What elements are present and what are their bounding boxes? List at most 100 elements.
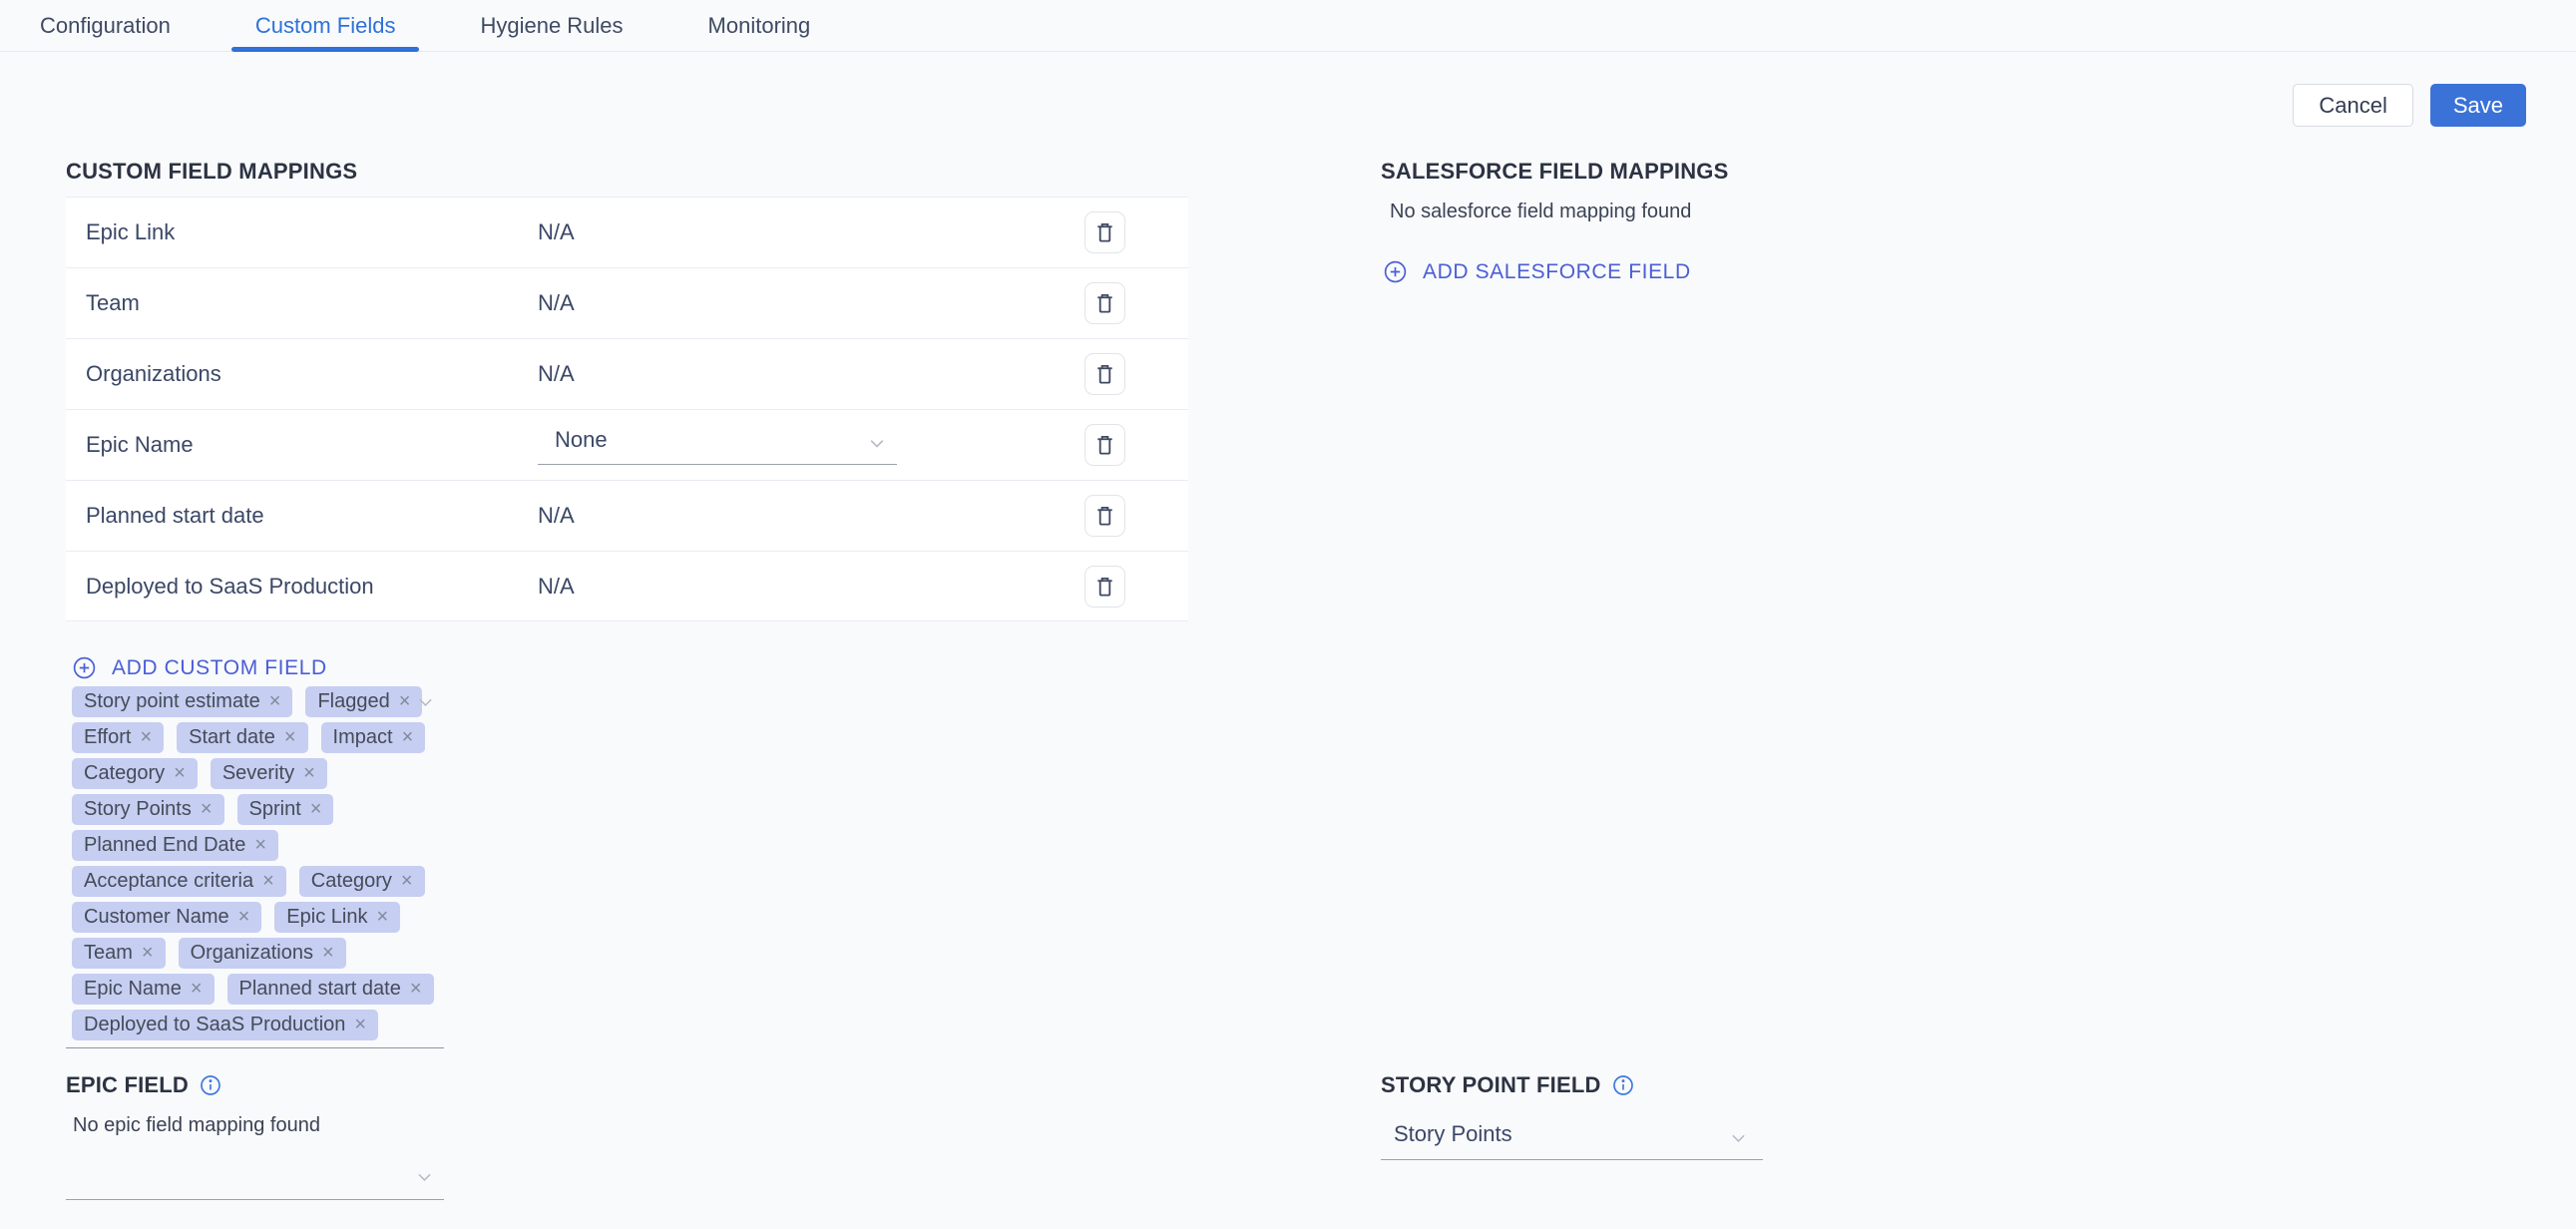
epic-field-title-label: EPIC FIELD bbox=[66, 1071, 189, 1098]
trash-icon bbox=[1093, 362, 1116, 386]
remove-chip-icon[interactable]: × bbox=[269, 690, 281, 713]
salesforce-field-mappings-section: SALESFORCE FIELD MAPPINGS No salesforce … bbox=[1381, 158, 2199, 284]
remove-chip-icon[interactable]: × bbox=[140, 726, 152, 749]
field-chip: Planned End Date × bbox=[72, 830, 278, 861]
remove-chip-icon[interactable]: × bbox=[201, 798, 213, 821]
field-chip: Epic Link × bbox=[274, 902, 400, 933]
add-custom-field-button[interactable]: ADD CUSTOM FIELD bbox=[72, 655, 1188, 680]
epic-field-select[interactable] bbox=[66, 1153, 444, 1200]
field-chip: Impact × bbox=[321, 722, 426, 753]
remove-chip-icon[interactable]: × bbox=[310, 798, 322, 821]
remove-chip-icon[interactable]: × bbox=[142, 942, 154, 965]
trash-icon bbox=[1093, 433, 1116, 457]
tab-hygiene-rules[interactable]: Hygiene Rules bbox=[456, 0, 646, 51]
remove-chip-icon[interactable]: × bbox=[354, 1014, 366, 1036]
remove-chip-icon[interactable]: × bbox=[254, 834, 266, 857]
delete-field-button[interactable] bbox=[1084, 566, 1125, 608]
field-chip: Acceptance criteria × bbox=[72, 866, 286, 897]
custom-field-picker[interactable]: Story point estimate × Flagged × Effort × S… bbox=[66, 678, 515, 1048]
remove-chip-icon[interactable]: × bbox=[191, 978, 203, 1001]
field-chip: Category × bbox=[299, 866, 425, 897]
trash-icon bbox=[1093, 220, 1116, 244]
epic-field-section: EPIC FIELD No epic field mapping found bbox=[66, 1071, 515, 1200]
remove-chip-icon[interactable]: × bbox=[402, 726, 414, 749]
delete-field-button[interactable] bbox=[1084, 282, 1125, 324]
chip-label: Customer Name bbox=[84, 906, 229, 929]
epic-field-empty-message: No epic field mapping found bbox=[73, 1114, 515, 1137]
delete-field-button[interactable] bbox=[1084, 495, 1125, 537]
field-chip: Category × bbox=[72, 758, 198, 789]
delete-field-button[interactable] bbox=[1084, 424, 1125, 466]
remove-chip-icon[interactable]: × bbox=[376, 906, 388, 929]
remove-chip-icon[interactable]: × bbox=[322, 942, 334, 965]
remove-chip-icon[interactable]: × bbox=[174, 762, 186, 785]
story-point-field-section: STORY POINT FIELD Story Points bbox=[1381, 1071, 1830, 1160]
remove-chip-icon[interactable]: × bbox=[410, 978, 422, 1001]
chip-label: Planned End Date bbox=[84, 834, 245, 857]
table-row: Team N/A bbox=[66, 267, 1188, 338]
field-value-select[interactable]: None bbox=[538, 423, 897, 465]
custom-field-mappings-table: Epic Link N/A Team N/A Organizations N/A bbox=[66, 197, 1188, 621]
remove-chip-icon[interactable]: × bbox=[284, 726, 296, 749]
salesforce-field-mappings-title: SALESFORCE FIELD MAPPINGS bbox=[1381, 158, 2199, 185]
field-chip: Story Points× bbox=[72, 794, 224, 825]
field-chip: Sprint × bbox=[237, 794, 334, 825]
field-name: Deployed to SaaS Production bbox=[86, 574, 374, 600]
salesforce-empty-message: No salesforce field mapping found bbox=[1390, 201, 2199, 223]
field-value: N/A bbox=[538, 290, 575, 316]
remove-chip-icon[interactable]: × bbox=[399, 690, 411, 713]
chip-label: Acceptance criteria bbox=[84, 870, 253, 893]
field-chip: Flagged × bbox=[305, 686, 422, 717]
chip-label: Category bbox=[311, 870, 392, 893]
chip-label: Sprint bbox=[249, 798, 301, 821]
chip-label: Category bbox=[84, 762, 165, 785]
delete-field-button[interactable] bbox=[1084, 211, 1125, 253]
chip-label: Flagged bbox=[317, 690, 389, 713]
chip-label: Effort bbox=[84, 726, 131, 749]
field-chip: Team× bbox=[72, 938, 166, 969]
table-row: Planned start date N/A bbox=[66, 480, 1188, 551]
remove-chip-icon[interactable]: × bbox=[303, 762, 315, 785]
save-button[interactable]: Save bbox=[2430, 84, 2526, 127]
tab-monitoring[interactable]: Monitoring bbox=[684, 0, 835, 51]
field-chip: Story point estimate × bbox=[72, 686, 292, 717]
delete-field-button[interactable] bbox=[1084, 353, 1125, 395]
info-icon[interactable] bbox=[1611, 1073, 1635, 1097]
trash-icon bbox=[1093, 291, 1116, 315]
select-value: Story Points bbox=[1394, 1121, 1512, 1147]
remove-chip-icon[interactable]: × bbox=[401, 870, 413, 893]
table-row: Deployed to SaaS Production N/A bbox=[66, 551, 1188, 621]
field-chip: Planned start date × bbox=[227, 974, 434, 1005]
chevron-down-icon bbox=[863, 429, 891, 457]
field-chip: Start date× bbox=[177, 722, 307, 753]
story-point-field-title: STORY POINT FIELD bbox=[1381, 1071, 1830, 1098]
select-value: None bbox=[555, 427, 608, 453]
chevron-down-icon[interactable] bbox=[412, 688, 439, 715]
remove-chip-icon[interactable]: × bbox=[238, 906, 250, 929]
field-value: N/A bbox=[538, 361, 575, 387]
info-icon[interactable] bbox=[199, 1073, 222, 1097]
field-chip: Customer Name × bbox=[72, 902, 261, 933]
chip-label: Epic Name bbox=[84, 978, 182, 1001]
field-chip: Deployed to SaaS Production× bbox=[72, 1010, 378, 1040]
add-salesforce-field-button[interactable]: ADD SALESFORCE FIELD bbox=[1383, 259, 2199, 284]
chip-label: Story point estimate bbox=[84, 690, 260, 713]
story-point-field-title-label: STORY POINT FIELD bbox=[1381, 1071, 1601, 1098]
chevron-down-icon bbox=[1725, 1124, 1752, 1151]
tab-custom-fields[interactable]: Custom Fields bbox=[231, 0, 420, 51]
field-value: N/A bbox=[538, 503, 575, 529]
picker-underline bbox=[66, 1047, 444, 1048]
plus-circle-icon bbox=[1383, 259, 1408, 284]
tab-configuration[interactable]: Configuration bbox=[16, 0, 195, 51]
field-name: Planned start date bbox=[86, 503, 264, 529]
selected-field-chips: Story point estimate × Flagged × Effort × S… bbox=[66, 678, 455, 1040]
chip-label: Impact bbox=[333, 726, 393, 749]
remove-chip-icon[interactable]: × bbox=[262, 870, 274, 893]
story-point-field-select[interactable]: Story Points bbox=[1381, 1112, 1763, 1160]
add-custom-field-label: ADD CUSTOM FIELD bbox=[112, 656, 327, 680]
chip-label: Planned start date bbox=[239, 978, 401, 1001]
table-row: Organizations N/A bbox=[66, 338, 1188, 409]
chip-label: Epic Link bbox=[286, 906, 367, 929]
custom-field-mappings-section: CUSTOM FIELD MAPPINGS Epic Link N/A Team… bbox=[66, 158, 1188, 680]
cancel-button[interactable]: Cancel bbox=[2293, 84, 2412, 127]
